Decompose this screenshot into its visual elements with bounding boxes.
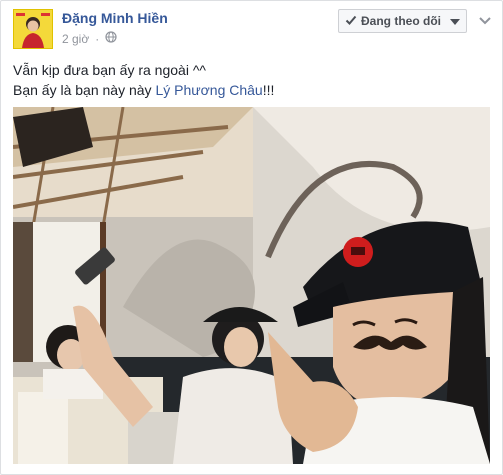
line2-suffix: !!! (262, 82, 275, 98)
line2-prefix: Bạn ấy là bạn này này (13, 82, 156, 98)
post-time[interactable]: 2 giờ (62, 32, 89, 46)
mention-link[interactable]: Lý Phương Châu (155, 82, 262, 98)
following-label: Đang theo dõi (361, 14, 441, 28)
author-avatar[interactable] (13, 9, 53, 49)
post-card: Đặng Minh Hiền 2 giờ · Đang theo dõi Vẫn (0, 0, 503, 475)
post-photo[interactable] (13, 107, 490, 464)
globe-icon[interactable] (105, 31, 117, 46)
author-name[interactable]: Đặng Minh Hiền (62, 10, 168, 26)
post-menu-chevron-icon[interactable] (477, 12, 493, 28)
meta-separator: · (95, 31, 100, 46)
check-icon (345, 14, 357, 29)
post-text-line-2: Bạn ấy là bạn này này Lý Phương Châu!!! (13, 80, 274, 100)
follow-dropdown-icon (450, 14, 460, 28)
post-meta: 2 giờ · (62, 31, 117, 46)
post-text-line-1: Vẫn kịp đưa bạn ấy ra ngoài ^^ (13, 62, 206, 78)
post-text: Vẫn kịp đưa bạn ấy ra ngoài ^^ Bạn ấy là… (13, 60, 274, 100)
following-button[interactable]: Đang theo dõi (338, 9, 467, 33)
